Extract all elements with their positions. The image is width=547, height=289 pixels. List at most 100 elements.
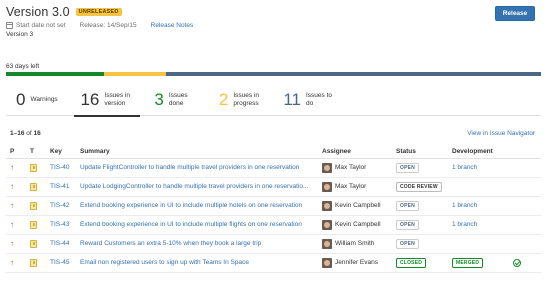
version-description: Version 3 xyxy=(6,31,34,38)
status-cell: OPEN xyxy=(392,234,448,254)
table-row[interactable]: ↑ TIS-41 Update LodgingController to handl… xyxy=(6,177,541,197)
assignee-cell: Jennifer Evans xyxy=(318,253,392,273)
development-cell: MERGED xyxy=(452,257,537,268)
issue-summary-link[interactable]: Extend booking experience in UI to inclu… xyxy=(80,202,302,209)
summary-cell: Extend booking experience in UI to inclu… xyxy=(76,215,318,235)
development-cell: 1 branch xyxy=(448,158,541,178)
key-cell: TIS-41 xyxy=(46,177,76,197)
assignee-cell: Kevin Campbell xyxy=(318,196,392,216)
avatar xyxy=(322,162,332,173)
table-row[interactable]: ↑ TIS-44 Reward Customers an extra 5-10% w… xyxy=(6,234,541,254)
assignee[interactable]: Max Taylor xyxy=(322,162,388,173)
assignee[interactable]: Kevin Campbell xyxy=(322,219,388,230)
release-button[interactable]: Release xyxy=(495,6,535,21)
issue-summary-link[interactable]: Extend booking experience in UI to inclu… xyxy=(80,221,302,228)
status-cell: OPEN xyxy=(392,196,448,216)
column-header-status: Status xyxy=(392,146,448,159)
issue-key-link[interactable]: TIS-45 xyxy=(50,259,70,266)
view-in-issue-navigator-link[interactable]: View in Issue Navigator xyxy=(467,130,535,137)
priority-cell: ↑ xyxy=(6,196,26,216)
arrow-up-icon: ↑ xyxy=(10,182,14,191)
table-row[interactable]: ↑ TIS-45 Email non registered users to sig… xyxy=(6,253,541,273)
stat-issues-to-do[interactable]: 11 Issues to do xyxy=(273,86,346,113)
issue-summary-link[interactable]: Reward Customers an extra 5-10% when the… xyxy=(80,240,261,247)
key-cell: TIS-45 xyxy=(46,253,76,273)
table-row[interactable]: ↑ TIS-43 Extend booking experience in UI t… xyxy=(6,215,541,235)
column-header-summary: Summary xyxy=(76,146,318,159)
version-header: Version 3.0 UNRELEASED Start date not se… xyxy=(6,5,541,45)
status-lozenge: OPEN xyxy=(396,200,419,211)
merged-badge[interactable]: MERGED xyxy=(452,257,484,268)
issue-key-link[interactable]: TIS-42 xyxy=(50,202,70,209)
priority-cell: ↑ xyxy=(6,177,26,197)
stat-issues-in-progress[interactable]: 2 Issues in progress xyxy=(209,86,273,113)
development-branch-link[interactable]: 1 branch xyxy=(452,221,477,228)
status-cell: OPEN xyxy=(392,158,448,178)
stat-label: Warnings xyxy=(30,95,58,103)
type-cell xyxy=(26,196,46,216)
count-of: of xyxy=(26,130,32,137)
status-lozenge: OPEN xyxy=(396,162,419,173)
stat-number: 2 xyxy=(218,90,229,109)
avatar xyxy=(322,181,332,192)
assignee[interactable]: Jennifer Evans xyxy=(322,257,388,268)
development-cell xyxy=(448,177,541,197)
stat-warnings[interactable]: 0 Warnings xyxy=(6,86,70,113)
assignee-name: Kevin Campbell xyxy=(335,221,381,228)
status-lozenge: CLOSED xyxy=(396,257,427,268)
table-row[interactable]: ↑ TIS-42 Extend booking experience in UI t… xyxy=(6,196,541,216)
avatar xyxy=(322,200,332,211)
issue-key-link[interactable]: TIS-44 xyxy=(50,240,70,247)
priority-cell: ↑ xyxy=(6,158,26,178)
issue-summary-link[interactable]: Update FlightController to handle multip… xyxy=(80,164,299,171)
assignee-cell: Max Taylor xyxy=(318,177,392,197)
count-total: 16 xyxy=(33,130,41,137)
version-meta: Start date not set Release: 14/Sep/15 Re… xyxy=(6,22,541,29)
assignee[interactable]: William Smith xyxy=(322,238,388,249)
arrow-up-icon: ↑ xyxy=(10,163,14,172)
key-cell: TIS-43 xyxy=(46,215,76,235)
issue-key-link[interactable]: TIS-40 xyxy=(50,164,70,171)
arrow-up-icon: ↑ xyxy=(10,201,14,210)
development-branch-link[interactable]: 1 branch xyxy=(452,164,477,171)
summary-cell: Update FlightController to handle multip… xyxy=(76,158,318,178)
assignee-name: Jennifer Evans xyxy=(335,259,378,266)
priority-cell: ↑ xyxy=(6,215,26,235)
summary-cell: Extend booking experience in UI to inclu… xyxy=(76,196,318,216)
avatar xyxy=(322,257,332,268)
issue-summary-link[interactable]: Update LodgingController to handle multi… xyxy=(80,183,308,190)
status-lozenge: OPEN xyxy=(396,238,419,249)
version-progress-bar xyxy=(6,72,541,76)
arrow-up-icon: ↑ xyxy=(10,220,14,229)
progress-done xyxy=(6,72,104,76)
arrow-up-icon: ↑ xyxy=(10,239,14,248)
summary-cell: Update LodgingController to handle multi… xyxy=(76,177,318,197)
progress-to-do xyxy=(165,72,541,76)
type-cell xyxy=(26,158,46,178)
issue-key-link[interactable]: TIS-41 xyxy=(50,183,70,190)
table-row[interactable]: ↑ TIS-40 Update FlightController to handle… xyxy=(6,158,541,178)
assignee-name: William Smith xyxy=(335,240,375,247)
issues-table-body: ↑ TIS-40 Update FlightController to handle… xyxy=(6,158,541,273)
assignee[interactable]: Kevin Campbell xyxy=(322,200,388,211)
summary-cell: Email non registered users to sign up wi… xyxy=(76,253,318,273)
story-icon xyxy=(30,182,37,191)
development-branch-link[interactable]: 1 branch xyxy=(452,202,477,209)
stat-number: 16 xyxy=(80,90,100,109)
type-cell xyxy=(26,177,46,197)
key-cell: TIS-44 xyxy=(46,234,76,254)
development-cell: 1 branch xyxy=(448,215,541,235)
issue-key-link[interactable]: TIS-43 xyxy=(50,221,70,228)
type-cell xyxy=(26,253,46,273)
issue-summary-link[interactable]: Email non registered users to sign up wi… xyxy=(80,259,249,266)
story-icon xyxy=(30,220,37,229)
column-header-priority: P xyxy=(6,146,26,159)
assignee[interactable]: Max Taylor xyxy=(322,181,388,192)
calendar-icon xyxy=(6,22,13,29)
stat-issues-done[interactable]: 3 Issues done xyxy=(144,86,208,113)
release-notes-link[interactable]: Release Notes xyxy=(151,22,194,29)
column-header-development: Development xyxy=(448,146,541,159)
status-cell: CODE REVIEW xyxy=(392,177,448,197)
story-icon xyxy=(30,239,37,248)
stat-issues-in-version[interactable]: 16 Issues in version xyxy=(70,86,144,117)
